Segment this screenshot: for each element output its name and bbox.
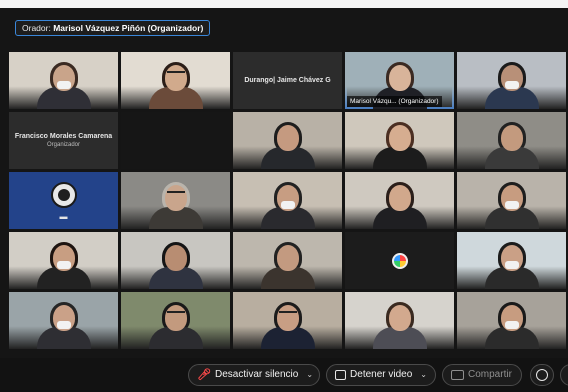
participant-tile[interactable]: ▬ [9,172,118,229]
participant-tile[interactable] [457,172,566,229]
obs-camera-logo-icon [50,182,77,208]
participant-tile[interactable]: Durango| Jaime Chávez G [233,52,342,109]
participant-name: Durango| Jaime Chávez G [244,77,331,84]
share-label: Compartir [468,369,512,380]
share-screen-icon [451,370,464,380]
participant-tile[interactable] [457,112,566,169]
participant-tile[interactable] [233,292,342,349]
participant-tile[interactable] [121,232,230,289]
participant-name: Francisco Morales Camarena [14,133,113,140]
participant-tile[interactable] [121,172,230,229]
stop-video-label: Detener video [350,369,413,380]
participant-video-grid: Durango| Jaime Chávez G Marisol Vázqu... … [9,52,566,349]
participant-video [146,59,206,109]
participant-video [34,59,94,109]
participant-role: Organizador [46,142,81,148]
participant-video [482,119,542,169]
window-top-strip [0,0,568,8]
camera-icon [335,370,347,380]
participant-video [370,299,430,349]
participant-tile[interactable] [233,232,342,289]
participant-tile[interactable] [457,292,566,349]
participant-tile[interactable]: Francisco Morales Camarena Organizador [9,112,118,169]
participant-tile[interactable] [457,52,566,109]
participant-tile[interactable] [121,52,230,109]
participant-video [34,299,94,349]
active-speaker-indicator: Orador: Marisol Vázquez Piñón (Organizad… [15,20,211,36]
muted-status-icon: ▬ [59,212,68,221]
participant-tile[interactable] [233,172,342,229]
meeting-controls-toolbar: 🎤︎ Desactivar silencio ⌄ Detener video ⌄… [0,358,568,392]
speaker-name: Marisol Vázquez Piñón (Organizador) [53,23,204,33]
emoji-icon [536,369,548,381]
participant-tile[interactable] [345,232,454,289]
participant-video [258,179,318,229]
participant-video [482,239,542,289]
participant-video [482,299,542,349]
participant-tile[interactable] [121,112,230,169]
unmute-button[interactable]: 🎤︎ Desactivar silencio ⌄ [188,364,320,386]
share-button[interactable]: Compartir [442,364,522,386]
participant-tile[interactable] [9,232,118,289]
participant-tile[interactable] [121,292,230,349]
unmute-label: Desactivar silencio [214,369,299,380]
participant-tile[interactable] [233,112,342,169]
participant-video [146,239,206,289]
participant-video [482,179,542,229]
participant-tile[interactable] [345,172,454,229]
participant-video [146,179,206,229]
chevron-down-icon[interactable]: ⌄ [306,365,313,385]
speaker-prefix: Orador: [22,23,51,33]
participant-video [258,119,318,169]
participant-name-label: Marisol Vázqu... (Organizador) [347,96,442,107]
meeting-window: Orador: Marisol Vázquez Piñón (Organizad… [0,0,568,392]
participant-tile[interactable] [345,112,454,169]
participant-video [482,59,542,109]
participant-video [258,239,318,289]
participant-video [258,299,318,349]
participant-tile[interactable] [345,292,454,349]
participant-video [34,239,94,289]
more-options-button[interactable] [560,364,568,386]
chevron-down-icon[interactable]: ⌄ [420,365,427,385]
participant-video [370,179,430,229]
participant-tile[interactable]: Marisol Vázqu... (Organizador) [345,52,454,109]
app-logo-icon [391,252,408,269]
stop-video-button[interactable]: Detener video ⌄ [326,364,436,386]
participant-video [146,299,206,349]
participant-tile[interactable] [457,232,566,289]
participant-video [370,119,430,169]
participant-tile[interactable] [9,52,118,109]
muted-microphone-icon: 🎤︎ [197,369,211,381]
participant-tile[interactable] [9,292,118,349]
reactions-button[interactable] [530,364,554,386]
